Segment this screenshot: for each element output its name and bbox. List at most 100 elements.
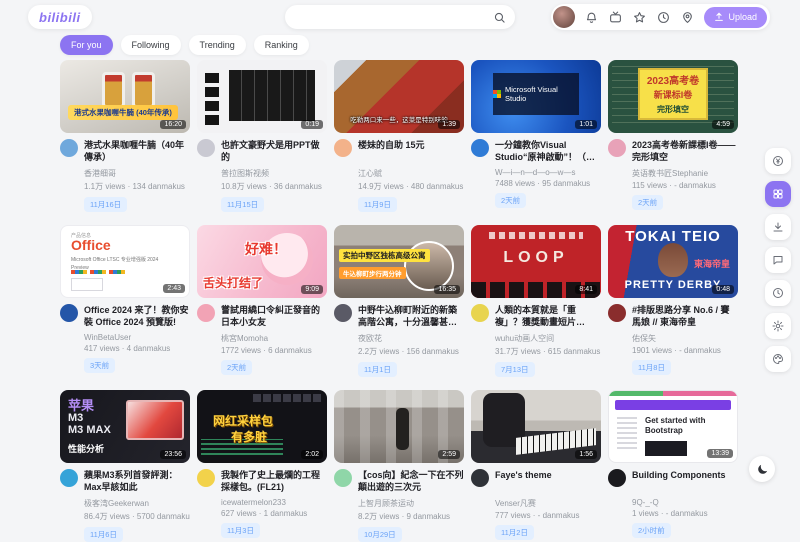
tab-for-you[interactable]: For you [60, 35, 113, 55]
uploader-name[interactable]: W—i—n—d—o—w—s [495, 168, 601, 177]
video-card[interactable]: 产品信息OfficeMicrosoft Office LTSC 专业增强版 20… [60, 225, 190, 377]
video-title[interactable]: 蘋果M3系列首發評測：Max早該如此 [84, 469, 190, 494]
video-card[interactable]: Get started with Bootstrap13:39 Building … [608, 390, 738, 542]
uploader-name[interactable]: WinBetaUser [84, 333, 190, 342]
video-thumbnail[interactable]: 好难！舌头打结了9:09 [197, 225, 327, 298]
video-card[interactable]: 2023高考卷新课标I卷完形填空4:59 2023高考卷新課標I卷——完形填空英语… [608, 60, 738, 212]
duration-badge: 2:02 [301, 450, 323, 459]
video-title[interactable]: 【cos向】紀念一下在不列顛出遊的三次元 [358, 469, 464, 494]
side-toolbar-chat-button[interactable] [765, 247, 791, 273]
thumbnail-overlay-text: 好难！ [245, 239, 287, 259]
video-card[interactable]: 好难！舌头打结了9:09嘗試用繞口令糾正發音的日本小女友桃宮Momoha1772… [197, 225, 327, 377]
video-card[interactable]: 港式水果咖喱牛腩 (40年传承)16:20 港式水果咖喱牛腩（40年傳承） 香港细哥… [60, 60, 190, 212]
tab-following[interactable]: Following [121, 35, 181, 55]
uploader-avatar[interactable] [197, 139, 215, 157]
video-stats: 417 views · 4 danmakus [84, 344, 190, 353]
video-title[interactable]: Office 2024 来了！教你安裝 Office 2024 預覽版! [84, 304, 190, 329]
video-thumbnail[interactable]: 2023高考卷新课标I卷完形填空4:59 [608, 60, 738, 133]
uploader-name[interactable]: 夜欧花 [358, 333, 464, 344]
video-thumbnail[interactable]: 2:59 [334, 390, 464, 463]
video-thumbnail[interactable]: 实拍中野区独栋高级公寓牛込柳町步行两分钟16:35 [334, 225, 464, 298]
uploader-avatar[interactable] [334, 469, 352, 487]
side-toolbar-grid-button[interactable] [765, 181, 791, 207]
side-toolbar-gear-button[interactable] [765, 313, 791, 339]
video-title[interactable]: Faye's theme [495, 469, 601, 494]
video-thumbnail[interactable]: 苹果M3M3 MAX性能分析23:56 [60, 390, 190, 463]
video-thumbnail[interactable]: 吃勒两口来一些，这菜是特别味的1:39 [334, 60, 464, 133]
video-thumbnail[interactable]: 0:19 [197, 60, 327, 133]
video-thumbnail[interactable]: Get started with Bootstrap13:39 [608, 390, 738, 463]
side-toolbar-clock-button[interactable] [765, 280, 791, 306]
video-title[interactable]: 2023高考卷新課標I卷——完形填空 [632, 139, 738, 164]
video-card[interactable]: 0:19也許文豪野犬是用PPT做的普拉图斯视频10.8万 views · 36 … [197, 60, 327, 212]
uploader-name[interactable]: 江心赋 [358, 168, 464, 179]
search-input[interactable] [294, 12, 493, 23]
bell-icon[interactable] [585, 11, 598, 24]
video-title[interactable]: 港式水果咖喱牛腩（40年傳承） [84, 139, 190, 164]
video-card[interactable]: 网红采样包有多脏2:02我製作了史上最爛的工程採樣包。(FL21)icewate… [197, 390, 327, 542]
uploader-avatar[interactable] [334, 139, 352, 157]
dark-mode-button[interactable] [749, 456, 775, 482]
video-thumbnail[interactable]: 港式水果咖喱牛腩 (40年传承)16:20 [60, 60, 190, 133]
uploader-name[interactable]: 英语教书匠Stephanie [632, 168, 738, 179]
uploader-name[interactable]: wuhu动画人空间 [495, 333, 601, 344]
video-thumbnail[interactable]: 产品信息OfficeMicrosoft Office LTSC 专业增强版 20… [60, 225, 190, 298]
video-title[interactable]: 嘗試用繞口令糾正發音的日本小女友 [221, 304, 327, 329]
video-card[interactable]: 苹果M3M3 MAX性能分析23:56蘋果M3系列首發評測：Max早該如此极客湾… [60, 390, 190, 542]
thumbnail-overlay-text [645, 441, 687, 456]
uploader-avatar[interactable] [197, 304, 215, 322]
video-title[interactable]: Building Components [632, 469, 738, 494]
user-avatar[interactable] [553, 6, 575, 28]
video-title[interactable]: 楼妹的自助 15元 [358, 139, 464, 164]
video-thumbnail[interactable]: TOKAI TEIO東海帝皇PRETTY DERBY0:48 [608, 225, 738, 298]
video-card[interactable]: 实拍中野区独栋高级公寓牛込柳町步行两分钟16:35 中野牛込柳町附近的新築高階公寓… [334, 225, 464, 377]
uploader-name[interactable]: 香港细哥 [84, 168, 190, 179]
video-title[interactable]: 人類的本質就是「重複」？獲獎動畫短片《LOOP》 [495, 304, 601, 329]
uploader-name[interactable]: icewatermelon233 [221, 498, 327, 507]
uploader-avatar[interactable] [197, 469, 215, 487]
uploader-name[interactable]: 佑保矢 [632, 333, 738, 344]
location-icon[interactable] [681, 11, 694, 24]
uploader-avatar[interactable] [608, 469, 626, 487]
uploader-avatar[interactable] [608, 139, 626, 157]
video-thumbnail[interactable]: 1:56 [471, 390, 601, 463]
star-icon[interactable] [633, 11, 646, 24]
video-card[interactable]: TOKAI TEIO東海帝皇PRETTY DERBY0:48 #排版思路分享 No… [608, 225, 738, 377]
video-title[interactable]: 我製作了史上最爛的工程採樣包。(FL21) [221, 469, 327, 494]
uploader-avatar[interactable] [471, 139, 489, 157]
video-thumbnail[interactable]: Microsoft Visual Studio1:01 [471, 60, 601, 133]
uploader-name[interactable]: 9Q-_-Q [632, 498, 738, 507]
search-icon[interactable] [493, 11, 506, 24]
upload-button[interactable]: Upload [704, 7, 767, 28]
video-card[interactable]: 吃勒两口来一些，这菜是特别味的1:39楼妹的自助 15元江心赋14.9万 vie… [334, 60, 464, 212]
video-card[interactable]: 1:56Faye's themeVenser凡赛777 views · - da… [471, 390, 601, 542]
video-title[interactable]: 一分鐘教你Visual Studio“原神啟動”！（適用於Blend） [495, 139, 601, 164]
uploader-avatar[interactable] [608, 304, 626, 322]
side-toolbar-coin-button[interactable] [765, 148, 791, 174]
side-toolbar-palette-button[interactable] [765, 346, 791, 372]
uploader-avatar[interactable] [60, 139, 78, 157]
video-card[interactable]: 2:59【cos向】紀念一下在不列顛出遊的三次元上智月顾茶运动8.2万 view… [334, 390, 464, 542]
search-bar[interactable] [285, 5, 515, 29]
tab-ranking[interactable]: Ranking [254, 35, 309, 55]
side-toolbar-download-button[interactable] [765, 214, 791, 240]
uploader-avatar[interactable] [471, 469, 489, 487]
video-title[interactable]: 也許文豪野犬是用PPT做的 [221, 139, 327, 164]
video-card[interactable]: LOOP8:41 人類的本質就是「重複」？獲獎動畫短片《LOOP》 wuhu动画人空… [471, 225, 601, 377]
video-title[interactable]: 中野牛込柳町附近的新築高階公寓，十分溫馨甚至九分乾淨 [358, 304, 464, 329]
uploader-name[interactable]: 桃宮Momoha [221, 333, 327, 344]
thumbnail-overlay-text: 有多脏 [231, 428, 267, 445]
video-title[interactable]: #排版思路分享 No.6 / 賽馬娘 // 東海帝皇 [632, 304, 738, 329]
history-icon[interactable] [657, 11, 670, 24]
tab-trending[interactable]: Trending [189, 35, 246, 55]
video-card[interactable]: Microsoft Visual Studio1:01 一分鐘教你Visual S… [471, 60, 601, 212]
uploader-avatar[interactable] [60, 304, 78, 322]
uploader-name[interactable]: 普拉图斯视频 [221, 168, 327, 179]
uploader-avatar[interactable] [471, 304, 489, 322]
video-thumbnail[interactable]: LOOP8:41 [471, 225, 601, 298]
tv-icon[interactable] [609, 11, 622, 24]
site-logo[interactable]: bilibili [28, 5, 92, 29]
uploader-avatar[interactable] [334, 304, 352, 322]
video-thumbnail[interactable]: 网红采样包有多脏2:02 [197, 390, 327, 463]
uploader-avatar[interactable] [60, 469, 78, 487]
